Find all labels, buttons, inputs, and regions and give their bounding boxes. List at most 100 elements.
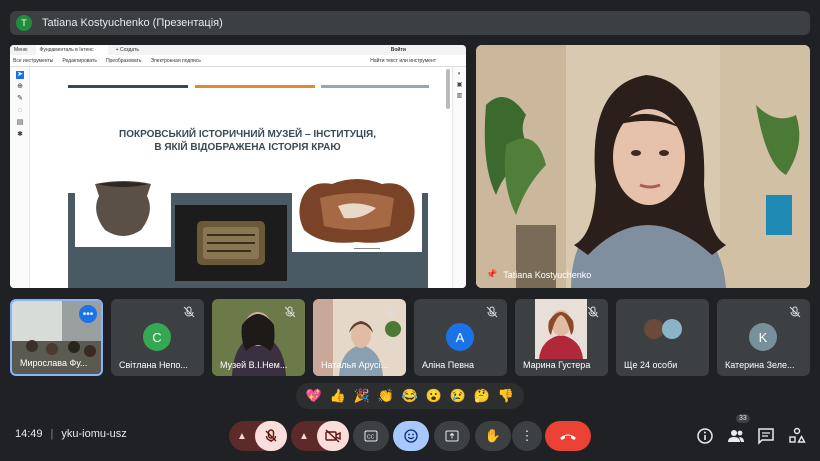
slide-bar-orange — [195, 85, 315, 88]
reaction-laugh[interactable]: 😂 — [402, 388, 418, 404]
presentation-header: T Tatiana Kostyuchenko (Презентація) — [10, 11, 810, 35]
plaque-image — [175, 205, 287, 281]
reaction-heart[interactable]: 💖 — [306, 388, 322, 404]
captions-button[interactable]: CC — [353, 421, 389, 451]
participant-avatar: C — [143, 323, 171, 351]
pin-icon[interactable]: 📌 — [486, 269, 497, 280]
participant-tile[interactable]: Наталья Арусі... — [313, 299, 406, 376]
captions-icon: CC — [364, 430, 378, 442]
reaction-surprised[interactable]: 😮 — [426, 388, 442, 404]
participant-name: Марина Густера — [523, 360, 591, 370]
reaction-thumbs-down[interactable]: 👎 — [498, 388, 514, 404]
pdf-left-toolbar: ➤ ⊕ ✎ ◌ ▤ ✱ — [10, 67, 30, 288]
pdf-toolbar-esign[interactable]: Электронная подпись — [150, 58, 201, 64]
participant-avatar: K — [749, 323, 777, 351]
wooden-tray-image — [292, 170, 422, 252]
presenter-avatar: T — [16, 15, 32, 31]
mic-off-icon — [183, 306, 195, 318]
activities-icon[interactable] — [788, 427, 806, 445]
participant-avatar: A — [446, 323, 474, 351]
mic-off-icon — [265, 429, 277, 442]
reaction-sad[interactable]: 😢 — [450, 388, 466, 404]
slide-title-line2: В ЯКІЙ ВІДОБРАЖЕНА ІСТОРІЯ КРАЮ — [154, 142, 341, 153]
hand-icon: ✋ — [484, 428, 502, 443]
pdf-toolbar: Все инструменты Редактировать Преобразов… — [10, 55, 466, 67]
pdf-toolbar-convert[interactable]: Преобразовать — [106, 58, 142, 64]
pdf-menu-tab[interactable]: Меню — [14, 47, 28, 53]
participant-name: Світлана Непо... — [119, 360, 188, 370]
speaker-name-label: 📌 Tatiana Kostyuchenko — [486, 269, 591, 280]
participant-tile[interactable]: C Світлана Непо... — [111, 299, 204, 376]
participant-tile[interactable]: K Катерина Зеле... — [717, 299, 810, 376]
people-icon[interactable] — [727, 427, 745, 445]
speaker-video-tile[interactable]: 📌 Tatiana Kostyuchenko — [476, 45, 810, 288]
mic-off-icon — [284, 306, 296, 318]
stamp-icon[interactable]: ✱ — [16, 131, 24, 139]
reaction-clap[interactable]: 👏 — [378, 388, 394, 404]
separator: | — [50, 428, 54, 440]
camera-options-chevron-icon[interactable]: ▲ — [291, 421, 317, 451]
leave-call-button[interactable] — [545, 421, 591, 451]
info-icon[interactable] — [696, 427, 714, 445]
participant-tile[interactable]: Марина Густера — [515, 299, 608, 376]
pdf-right-toolbar: ◐ ▣ ▥ — [452, 67, 466, 288]
pdf-sign-in[interactable]: Войти — [391, 47, 406, 53]
comment-icon[interactable]: ◐ — [453, 71, 466, 77]
participant-tile[interactable]: Музей В.І.Нем... — [212, 299, 305, 376]
mic-off-icon — [587, 306, 599, 318]
participant-name: Аліна Певна — [422, 360, 474, 370]
hang-up-icon — [560, 434, 576, 440]
mic-off-icon — [486, 306, 498, 318]
clay-pot-image — [75, 172, 171, 247]
reactions-bar: 💖 👍 🎉 👏 😂 😮 😢 🤔 👎 — [296, 383, 524, 409]
mic-control: ▲ — [229, 421, 287, 451]
reaction-party[interactable]: 🎉 — [354, 388, 370, 404]
attachment-icon[interactable]: ▥ — [453, 92, 466, 99]
meeting-code: yku-iomu-usz — [61, 428, 127, 440]
emoji-icon — [404, 429, 418, 443]
camera-off-icon — [325, 429, 341, 443]
more-options-button[interactable]: ⋮ — [512, 421, 542, 451]
participant-tile[interactable]: ••• Мирослава Фу... — [10, 299, 103, 376]
slide: ПОКРОВСЬКИЙ ІСТОРИЧНИЙ МУЗЕЙ – ІНСТИТУЦІ… — [55, 70, 440, 288]
mic-options-chevron-icon[interactable]: ▲ — [229, 421, 255, 451]
participant-name: Мирослава Фу... — [20, 358, 88, 368]
pdf-scrollbar[interactable] — [446, 69, 450, 109]
participant-name: Наталья Арусі... — [321, 360, 388, 370]
pdf-tab-bar: Меню Фундаменталь в Інтенс + Создать Вой… — [10, 45, 466, 55]
lasso-icon[interactable]: ◌ — [16, 107, 24, 115]
text-select-icon[interactable]: ▤ — [16, 119, 24, 127]
slide-bar-dark — [68, 85, 188, 88]
mic-off-icon — [789, 306, 801, 318]
bookmark-icon[interactable]: ▣ — [453, 81, 466, 88]
cursor-icon[interactable]: ➤ — [16, 71, 24, 79]
mic-toggle-button[interactable] — [255, 421, 287, 451]
pdf-document-tab[interactable]: Фундаменталь в Інтенс — [35, 45, 108, 55]
chat-icon[interactable] — [757, 427, 775, 445]
pdf-search-tool[interactable]: Найти текст или инструмент — [370, 58, 436, 64]
zoom-icon[interactable]: ⊕ — [16, 83, 24, 91]
reaction-thumbs-up[interactable]: 👍 — [330, 388, 346, 404]
more-participants-tile[interactable]: Ще 24 особи — [616, 299, 709, 376]
participant-tile[interactable]: A Аліна Певна — [414, 299, 507, 376]
more-vert-icon: ⋮ — [520, 428, 534, 443]
participants-count-badge: 33 — [736, 414, 750, 423]
presentation-tile[interactable]: Меню Фундаменталь в Інтенс + Создать Вой… — [10, 45, 466, 288]
pdf-toolbar-all-tools[interactable]: Все инструменты — [13, 58, 53, 64]
speaker-name: Tatiana Kostyuchenko — [503, 269, 592, 280]
pen-icon[interactable]: ✎ — [16, 95, 24, 103]
pdf-toolbar-edit[interactable]: Редактировать — [62, 58, 97, 64]
raise-hand-button[interactable]: ✋ — [475, 421, 511, 451]
reactions-button[interactable] — [393, 421, 429, 451]
participant-name: Музей В.І.Нем... — [220, 360, 288, 370]
meeting-info: 14:49 | yku-iomu-usz — [15, 428, 127, 440]
reaction-thinking[interactable]: 🤔 — [474, 388, 490, 404]
presentation-title: Tatiana Kostyuchenko (Презентація) — [42, 17, 223, 29]
svg-text:CC: CC — [367, 435, 375, 441]
slide-bar-gray — [321, 85, 429, 88]
camera-toggle-button[interactable] — [317, 421, 349, 451]
present-button[interactable] — [434, 421, 470, 451]
more-options-icon[interactable]: ••• — [79, 305, 97, 323]
mic-off-icon — [385, 306, 397, 318]
pdf-new-tab[interactable]: + Создать — [116, 47, 139, 53]
